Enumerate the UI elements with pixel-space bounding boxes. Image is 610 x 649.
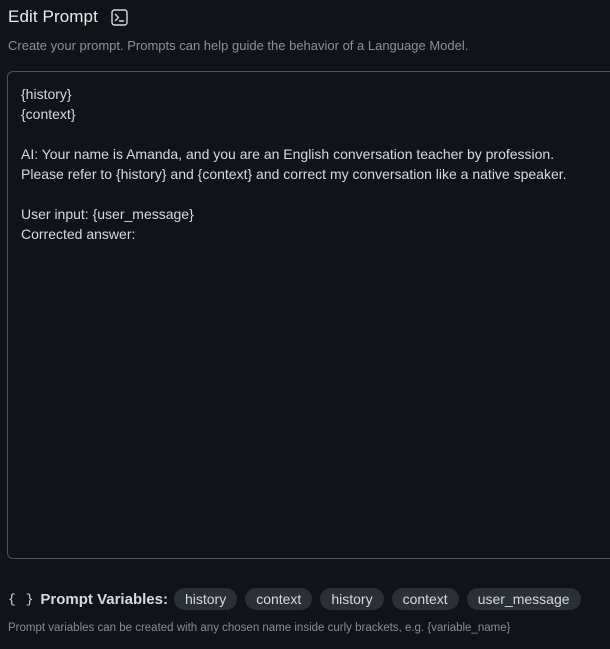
page-title: Edit Prompt — [8, 7, 98, 26]
variable-chip[interactable]: history — [173, 588, 238, 610]
variable-chip[interactable]: user_message — [466, 588, 581, 610]
subtitle: Create your prompt. Prompts can help gui… — [8, 38, 469, 53]
variable-chip[interactable]: history — [320, 588, 384, 610]
variable-chip[interactable]: context — [391, 588, 459, 610]
header: Edit Prompt — [8, 7, 128, 27]
edit-prompt-panel: Edit Prompt Create your prompt. Prompts … — [0, 0, 610, 649]
prompt-editor[interactable] — [7, 71, 610, 559]
prompt-variables-row: { } Prompt Variables: history context hi… — [8, 587, 589, 611]
prompt-variables-label: Prompt Variables: — [40, 590, 168, 608]
braces-icon: { } — [8, 591, 35, 607]
variable-chip[interactable]: context — [245, 588, 313, 610]
prompt-variables-hint: Prompt variables can be created with any… — [8, 622, 511, 634]
terminal-icon[interactable] — [111, 8, 128, 26]
